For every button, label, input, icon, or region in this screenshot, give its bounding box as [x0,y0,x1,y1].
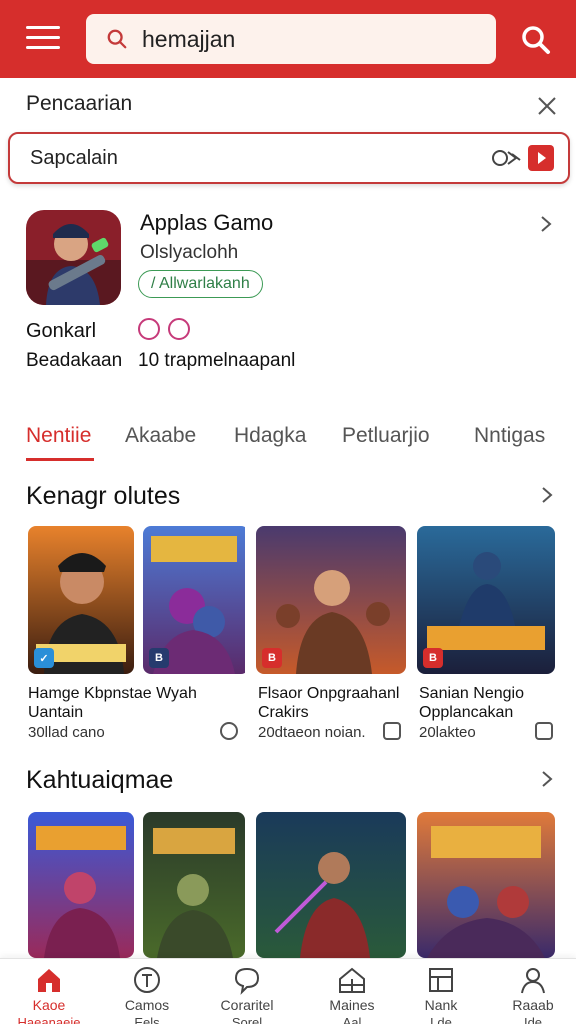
search-query-text: hemajjan [142,25,236,52]
nav-sublabel: Sorel [231,1015,263,1024]
game-thumbnail: ✓ [28,526,134,674]
search-field[interactable]: hemajjan [86,14,496,64]
chevron-right-icon[interactable] [538,214,554,234]
platform-badge: B [423,648,443,668]
play-send-button[interactable] [528,145,554,171]
game-thumbnail [28,812,134,958]
nav-sublabel: Aal [342,1015,362,1024]
nav-label: Nank [424,997,458,1013]
game-title: Opplancakan [419,704,514,721]
platform-badge: B [262,648,282,668]
tab-item[interactable]: Nntigas [474,424,545,448]
game-card[interactable]: B [417,526,555,674]
app-card[interactable]: Applas Gamo Olslyaclohh / Allwarlakanh G… [26,206,556,386]
rank-icon [429,968,453,992]
stat-value: 10 trapmelnaapanl [138,350,296,371]
app-status-badge: / Allwarlakanh [138,270,263,298]
more-icon[interactable] [535,722,553,740]
section-title: Kahtuaiqmae [26,766,174,794]
profile-icon [521,968,545,994]
game-meta: 20lakteo [419,724,476,741]
tab-item[interactable]: Nentiie [26,424,91,448]
chevron-right-icon[interactable] [540,486,554,504]
search-button-icon[interactable] [520,24,552,56]
more-icon[interactable] [383,722,401,740]
nav-item-chat[interactable]: Coraritel Sorel [202,965,292,1024]
game-title: Hamge Kbpnstae Wyah [28,685,197,702]
game-thumbnail [143,812,245,958]
nav-sublabel: Ide [523,1015,543,1024]
search-icon [107,29,127,49]
panel-title: Pencaarian [26,92,133,115]
chevron-right-icon[interactable] [540,770,554,788]
info-icon[interactable] [220,722,238,740]
home-icon [38,969,60,992]
menu-bar-line [26,26,60,29]
app-name: Applas Gamo [140,210,274,235]
smile-icon [168,318,190,340]
tab-item[interactable]: Petluarjio [342,424,430,448]
category-tabs: Nentiie Akaabe Hdagka Petluarjio Nntigas [0,410,576,464]
game-meta: 30llad cano [28,724,105,741]
nav-item-games[interactable]: Camos Eels [102,965,192,1024]
top-app-bar: hemajjan [0,0,576,78]
nav-label: Camos [124,997,170,1013]
games-icon [134,967,160,993]
stat-label: Gonkarl [26,320,97,342]
game-card[interactable] [417,812,555,958]
voice-icon[interactable] [490,146,522,170]
tab-item[interactable]: Hdagka [234,424,306,448]
game-title: Uantain [28,704,84,721]
stat-label: Beadakaan [26,350,123,371]
menu-bar-line [26,36,60,39]
game-card[interactable]: ✓ [28,526,134,674]
game-meta: 20dtaeon noian. [258,724,366,741]
game-title: Flsaor Onpgraahanl [258,685,400,702]
game-title: Sanian Nengio [419,685,524,702]
bottom-navigation: Kaoe Haeanaeie Camos Eels Coraritel Sore… [0,958,576,1024]
game-card[interactable]: B [143,526,249,674]
active-tab-indicator [26,458,94,461]
game-card[interactable] [256,812,406,958]
app-icon [26,210,121,305]
search-input[interactable]: Sapcalain [8,132,570,184]
nav-sublabel: Lde [430,1015,452,1024]
nav-sublabel: Haeanaeie [17,1015,81,1024]
nav-label: Kaoe [32,997,66,1013]
chat-icon [234,967,260,995]
menu-bar-line [26,46,60,49]
nav-item-rank[interactable]: Nank Lde [396,965,486,1024]
section-title: Kenagr olutes [26,482,181,510]
nav-label: Maines [329,997,375,1013]
nav-label: Coraritel [220,997,274,1013]
menu-button[interactable] [26,26,60,52]
game-thumbnail: B [256,526,406,674]
game-card[interactable] [28,812,134,958]
game-thumbnail [417,812,555,958]
game-thumbnail: B [143,526,249,674]
game-title: Crakirs [258,704,309,721]
game-thumbnail: B [417,526,555,674]
game-card[interactable]: B [256,526,406,674]
game-card[interactable] [143,812,249,958]
nav-item-profile[interactable]: Raaab Ide [488,965,576,1024]
platform-badge: ✓ [34,648,54,668]
app-developer: Olslyaclohh [140,242,239,263]
nav-item-apps[interactable]: Maines Aal [307,965,397,1024]
tab-item[interactable]: Akaabe [125,424,196,448]
platform-badge: B [149,648,169,668]
rating-icons [138,318,190,340]
nav-label: Raaab [512,997,554,1013]
heart-icon [138,318,160,340]
nav-sublabel: Eels [134,1015,160,1024]
nav-item-home[interactable]: Kaoe Haeanaeie [4,965,94,1024]
close-icon[interactable] [535,94,559,118]
game-thumbnail [256,812,406,958]
search-input-value: Sapcalain [30,146,118,169]
apps-icon [339,967,365,993]
